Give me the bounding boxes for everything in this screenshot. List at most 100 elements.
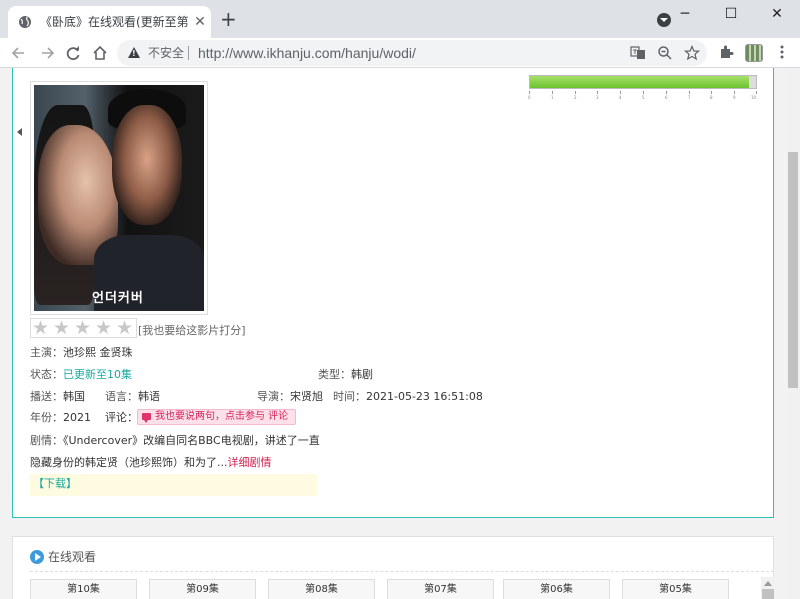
rating-bar-tick-label: 9	[733, 95, 736, 100]
episode-button[interactable]: 第08集	[268, 579, 375, 599]
episode-button[interactable]: 第07集	[387, 579, 494, 599]
poster-figure	[112, 105, 182, 225]
rating-bar-tick-label: 10	[751, 95, 757, 100]
play-icon	[30, 550, 44, 564]
time-row: 时间：2021-05-23 16:51:08	[333, 390, 483, 404]
rating-bar-tick	[620, 91, 621, 94]
translate-icon[interactable]	[630, 45, 646, 61]
status-label: 状态：	[30, 368, 63, 381]
separator	[188, 46, 189, 60]
plot-more-link[interactable]: 详细剧情	[228, 456, 272, 469]
page-viewport: 언더커버 ★ ★ ★ ★ ★ [我也要给这影片打分] 主演：池珍熙 金贤珠 状态…	[0, 68, 786, 599]
rating-bar-tick-label: 4	[619, 95, 622, 100]
home-icon[interactable]	[89, 42, 111, 64]
security-label[interactable]: 不安全	[148, 45, 184, 61]
region-value: 韩国	[63, 390, 85, 403]
online-watch-panel: 在线观看 第10集 第09集 第08集 第07集 第06集 第05集	[12, 536, 775, 599]
bird-icon	[724, 68, 744, 69]
rating-bar-track	[529, 75, 757, 89]
movie-info-panel: 언더커버 ★ ★ ★ ★ ★ [我也要给这影片打分] 主演：池珍熙 金贤珠 状态…	[12, 68, 774, 518]
star-rating[interactable]: ★ ★ ★ ★ ★	[30, 318, 137, 338]
episode-button[interactable]: 第09集	[149, 579, 256, 599]
cast-value[interactable]: 池珍熙 金贤珠	[63, 346, 133, 359]
poster-logo: 언더커버	[92, 291, 144, 306]
star-icon[interactable]: ★	[95, 319, 114, 338]
plot-row: 剧情：《Undercover》改编自同名BBC电视剧，讲述了一直	[30, 434, 320, 448]
comment-icon	[142, 413, 151, 423]
time-value: 2021-05-23 16:51:08	[366, 390, 483, 403]
browser-toolbar: 不安全 http://www.ikhanju.com/hanju/wodi/	[0, 38, 800, 68]
rating-bar-tick-label: 7	[688, 95, 691, 100]
rating-bar-tick-label: 5	[642, 95, 645, 100]
director-row: 导演：宋贤旭	[257, 390, 323, 404]
zoom-icon[interactable]	[657, 45, 673, 61]
window-close-button[interactable]: ✕	[754, 0, 800, 30]
page-scrollbar[interactable]	[786, 68, 800, 599]
rating-bar-tick-label: 1	[551, 95, 554, 100]
rating-bar-tick	[529, 91, 530, 94]
download-link[interactable]: 【下载】	[30, 474, 317, 496]
time-label: 时间：	[333, 390, 366, 403]
star-icon[interactable]: ★	[116, 319, 135, 338]
new-tab-button[interactable]: +	[220, 9, 237, 29]
address-bar[interactable]: 不安全 http://www.ikhanju.com/hanju/wodi/	[117, 40, 707, 66]
browser-tab[interactable]: 《卧底》在线观看(更新至第10集 ✕	[8, 6, 211, 38]
reload-icon[interactable]	[62, 42, 84, 64]
rating-bar-tick-label: 8	[710, 95, 713, 100]
plot-row: 隐藏身份的韩定贤（池珍熙饰）和为了...详细剧情	[30, 456, 272, 470]
profile-icon[interactable]	[745, 44, 763, 62]
episode-button[interactable]: 第10集	[30, 579, 137, 599]
star-icon[interactable]	[684, 45, 700, 61]
extensions-icon[interactable]	[718, 44, 734, 60]
rating-bar-tick	[597, 91, 598, 94]
rating-bar-tick	[575, 91, 576, 94]
scroll-left-icon[interactable]	[17, 128, 22, 136]
region-row: 播送：韩国	[30, 390, 85, 404]
language-row: 语言：韩语	[105, 390, 160, 404]
region-label: 播送：	[30, 390, 63, 403]
type-value[interactable]: 韩剧	[351, 368, 373, 381]
year-row: 年份：2021	[30, 411, 91, 425]
separator	[30, 571, 774, 572]
rating-bar-tick	[643, 91, 644, 94]
rating-bar-tick	[552, 91, 553, 94]
poster-image[interactable]: 언더커버	[34, 85, 204, 311]
star-icon[interactable]: ★	[74, 319, 93, 338]
episode-scrollbar[interactable]	[761, 577, 775, 599]
rate-movie-link[interactable]: [我也要给这影片打分]	[138, 322, 246, 338]
director-value[interactable]: 宋贤旭	[290, 390, 323, 403]
poster-frame: 언더커버	[30, 81, 208, 315]
close-tab-icon[interactable]: ✕	[193, 15, 207, 29]
forward-icon[interactable]	[36, 42, 58, 64]
tab-bar: 《卧底》在线观看(更新至第10集 ✕ + ─ ☐ ✕	[0, 0, 800, 38]
rating-bar-tick	[689, 91, 690, 94]
rating-bar-fill	[530, 76, 749, 88]
language-value: 韩语	[138, 390, 160, 403]
maximize-button[interactable]: ☐	[708, 0, 754, 30]
url-text[interactable]: http://www.ikhanju.com/hanju/wodi/	[198, 44, 416, 62]
rating-bar-tick	[711, 91, 712, 94]
rating-bar-ticks: 0 1 2 3 4 5 6 7 8 9 10	[528, 91, 757, 101]
scroll-thumb[interactable]	[788, 152, 798, 388]
minimize-button[interactable]: ─	[662, 0, 708, 30]
star-icon[interactable]: ★	[53, 319, 72, 338]
warning-icon[interactable]	[128, 47, 140, 58]
episode-button[interactable]: 第05集	[622, 579, 729, 599]
language-label: 语言：	[105, 390, 138, 403]
rating-row: ★ ★ ★ ★ ★ [我也要给这影片打分]	[30, 318, 290, 338]
cast-label: 主演：	[30, 346, 63, 359]
status-value: 已更新至10集	[63, 368, 132, 381]
comment-button[interactable]: 我也要说两句，点击参与 评论	[137, 409, 296, 425]
plot-text: 隐藏身份的韩定贤（池珍熙饰）和为了...	[30, 456, 228, 469]
year-label: 年份：	[30, 411, 63, 424]
tab-title: 《卧底》在线观看(更新至第10集	[40, 15, 190, 29]
year-value: 2021	[63, 411, 91, 424]
menu-icon[interactable]	[774, 44, 790, 60]
rating-bar-tick	[734, 91, 735, 94]
rating-bar-tick-label: 6	[665, 95, 668, 100]
back-icon[interactable]	[8, 42, 30, 64]
star-icon[interactable]: ★	[32, 319, 51, 338]
episode-button[interactable]: 第06集	[503, 579, 610, 599]
rating-bar-tick	[756, 91, 757, 94]
plot-text: 《Undercover》改编自同名BBC电视剧，讲述了一直	[63, 434, 320, 447]
